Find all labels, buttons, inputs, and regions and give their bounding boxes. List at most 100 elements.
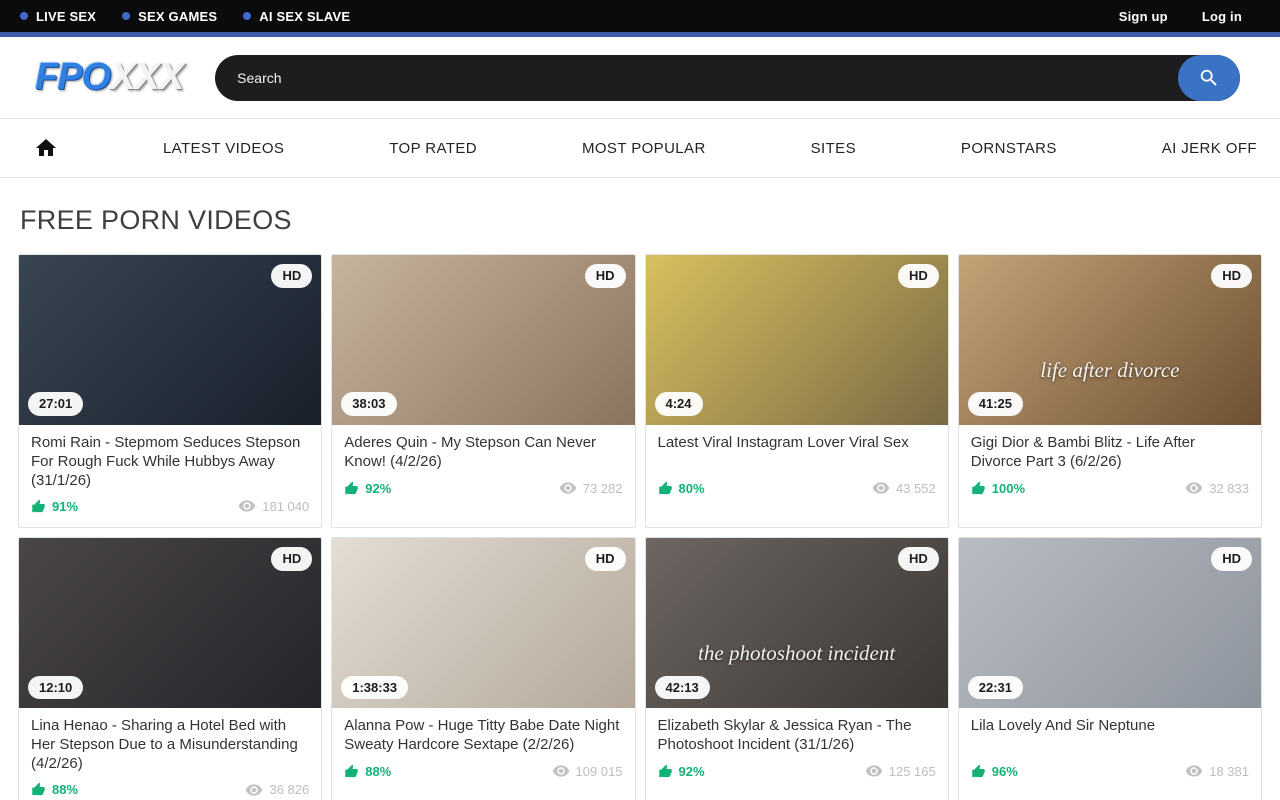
- thumbs-up-icon: [658, 764, 673, 779]
- video-title[interactable]: Elizabeth Skylar & Jessica Ryan - The Ph…: [658, 717, 936, 755]
- thumbs-up-icon: [658, 481, 673, 496]
- nav-pornstars[interactable]: PORNSTARS: [961, 140, 1057, 157]
- topbar-link-label: LIVE SEX: [36, 9, 96, 24]
- likes: 96%: [971, 764, 1018, 779]
- logo-part-2: XXX: [110, 56, 183, 98]
- nav-sites[interactable]: SITES: [811, 140, 856, 157]
- views-value: 43 552: [896, 481, 936, 496]
- eye-icon: [1185, 479, 1203, 497]
- duration-badge: 1:38:33: [341, 676, 408, 700]
- thumbs-up-icon: [971, 764, 986, 779]
- video-card[interactable]: HD 4:24 Latest Viral Instagram Lover Vir…: [645, 254, 949, 528]
- video-title[interactable]: Romi Rain - Stepmom Seduces Stepson For …: [31, 434, 309, 490]
- top-bar: LIVE SEX SEX GAMES AI SEX SLAVE Sign up …: [0, 0, 1280, 37]
- duration-badge: 38:03: [341, 392, 396, 416]
- video-thumbnail[interactable]: HD 12:10: [19, 538, 321, 708]
- thumbnail-overlay-text: the photoshoot incident: [654, 641, 940, 666]
- views-value: 36 826: [269, 782, 309, 797]
- nav-home[interactable]: [34, 136, 58, 160]
- video-title[interactable]: Lila Lovely And Sir Neptune: [971, 717, 1249, 755]
- eye-icon: [559, 479, 577, 497]
- search-bar: [215, 55, 1240, 101]
- video-info: Romi Rain - Stepmom Seduces Stepson For …: [19, 425, 321, 527]
- thumbnail-overlay-text: life after divorce: [967, 358, 1253, 383]
- views-value: 181 040: [262, 499, 309, 514]
- bullet-icon: [243, 12, 251, 20]
- video-card[interactable]: HD 38:03 Aderes Quin - My Stepson Can Ne…: [331, 254, 635, 528]
- search-input[interactable]: [215, 70, 1178, 86]
- views: 43 552: [872, 479, 936, 497]
- thumbs-up-icon: [344, 481, 359, 496]
- site-logo[interactable]: FPOXXX: [35, 56, 183, 99]
- hd-badge: HD: [898, 264, 939, 288]
- video-title[interactable]: Gigi Dior & Bambi Blitz - Life After Div…: [971, 434, 1249, 472]
- views: 181 040: [238, 497, 309, 515]
- video-title[interactable]: Alanna Pow - Huge Titty Babe Date Night …: [344, 717, 622, 755]
- views-value: 32 833: [1209, 481, 1249, 496]
- duration-badge: 12:10: [28, 676, 83, 700]
- video-info: Alanna Pow - Huge Titty Babe Date Night …: [332, 708, 634, 792]
- video-thumbnail[interactable]: HD 38:03: [332, 255, 634, 425]
- views: 18 381: [1185, 762, 1249, 780]
- bullet-icon: [20, 12, 28, 20]
- nav-most-popular[interactable]: MOST POPULAR: [582, 140, 706, 157]
- likes: 88%: [344, 764, 391, 779]
- video-grid: HD 27:01 Romi Rain - Stepmom Seduces Ste…: [18, 254, 1262, 800]
- duration-badge: 42:13: [655, 676, 710, 700]
- video-card[interactable]: HD 1:38:33 Alanna Pow - Huge Titty Babe …: [331, 537, 635, 800]
- views-value: 73 282: [583, 481, 623, 496]
- topbar-link-sex-games[interactable]: SEX GAMES: [122, 9, 217, 24]
- views-value: 125 165: [889, 764, 936, 779]
- search-icon: [1198, 67, 1220, 89]
- likes-value: 92%: [365, 481, 391, 496]
- video-stats: 92% 73 282: [344, 479, 622, 497]
- video-thumbnail[interactable]: HD 22:31: [959, 538, 1261, 708]
- topbar-links: LIVE SEX SEX GAMES AI SEX SLAVE: [20, 9, 350, 24]
- nav-ai-jerk-off[interactable]: AI JERK OFF: [1162, 140, 1257, 157]
- duration-badge: 41:25: [968, 392, 1023, 416]
- video-thumbnail[interactable]: HD 4:24: [646, 255, 948, 425]
- video-stats: 91% 181 040: [31, 497, 309, 515]
- video-thumbnail[interactable]: HD the photoshoot incident 42:13: [646, 538, 948, 708]
- video-title[interactable]: Lina Henao - Sharing a Hotel Bed with He…: [31, 717, 309, 773]
- hd-badge: HD: [585, 547, 626, 571]
- video-card[interactable]: HD 12:10 Lina Henao - Sharing a Hotel Be…: [18, 537, 322, 800]
- topbar-link-ai-sex-slave[interactable]: AI SEX SLAVE: [243, 9, 350, 24]
- video-info: Lina Henao - Sharing a Hotel Bed with He…: [19, 708, 321, 800]
- likes: 92%: [658, 764, 705, 779]
- topbar-link-live-sex[interactable]: LIVE SEX: [20, 9, 96, 24]
- thumbs-up-icon: [344, 764, 359, 779]
- home-icon: [34, 136, 58, 160]
- video-stats: 88% 36 826: [31, 781, 309, 799]
- likes-value: 88%: [365, 764, 391, 779]
- nav-top-rated[interactable]: TOP RATED: [389, 140, 477, 157]
- video-stats: 92% 125 165: [658, 762, 936, 780]
- hd-badge: HD: [271, 264, 312, 288]
- video-card[interactable]: HD the photoshoot incident 42:13 Elizabe…: [645, 537, 949, 800]
- video-thumbnail[interactable]: HD life after divorce 41:25: [959, 255, 1261, 425]
- signup-link[interactable]: Sign up: [1119, 9, 1168, 24]
- video-card[interactable]: HD 27:01 Romi Rain - Stepmom Seduces Ste…: [18, 254, 322, 528]
- video-thumbnail[interactable]: HD 27:01: [19, 255, 321, 425]
- duration-badge: 22:31: [968, 676, 1023, 700]
- eye-icon: [245, 781, 263, 799]
- search-button[interactable]: [1178, 55, 1240, 101]
- thumbs-up-icon: [971, 481, 986, 496]
- video-title[interactable]: Latest Viral Instagram Lover Viral Sex: [658, 434, 936, 472]
- likes: 92%: [344, 481, 391, 496]
- video-card[interactable]: HD life after divorce 41:25 Gigi Dior & …: [958, 254, 1262, 528]
- eye-icon: [865, 762, 883, 780]
- video-info: Elizabeth Skylar & Jessica Ryan - The Ph…: [646, 708, 948, 792]
- hd-badge: HD: [585, 264, 626, 288]
- video-info: Aderes Quin - My Stepson Can Never Know!…: [332, 425, 634, 509]
- nav-latest-videos[interactable]: LATEST VIDEOS: [163, 140, 284, 157]
- eye-icon: [238, 497, 256, 515]
- hd-badge: HD: [898, 547, 939, 571]
- login-link[interactable]: Log in: [1202, 9, 1242, 24]
- video-thumbnail[interactable]: HD 1:38:33: [332, 538, 634, 708]
- video-card[interactable]: HD 22:31 Lila Lovely And Sir Neptune 96%: [958, 537, 1262, 800]
- video-title[interactable]: Aderes Quin - My Stepson Can Never Know!…: [344, 434, 622, 472]
- topbar-link-label: SEX GAMES: [138, 9, 217, 24]
- logo-part-1: FPO: [35, 56, 110, 98]
- likes: 88%: [31, 782, 78, 797]
